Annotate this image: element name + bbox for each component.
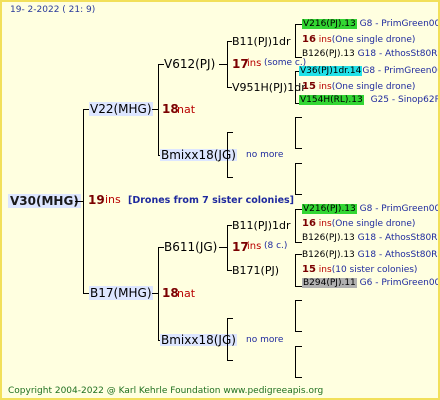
gen2-queen-4[interactable]: Bmixx18(JG) [160,334,237,346]
gen2-queen-2-more: no more [246,150,284,160]
gen4-row-5: 15 ins(One single drone) [302,81,416,92]
gen2-queen-3-note: (8 c.) [264,241,288,251]
root-queen[interactable]: V30(MHG) [8,194,81,208]
gen4-row-10[interactable]: B126(PJ).13 G18 - AthosSt80R [302,251,437,260]
gen4-queen-1[interactable]: V216(PJ).13 [302,19,357,29]
gen4-queen-12[interactable]: B294(PJ).11 [302,278,357,288]
gen4-queen-10[interactable]: B126(PJ).13 [302,250,355,260]
copyright-footer: Copyright 2004-2022 @ Karl Kehrle Founda… [8,386,324,396]
gen1-sire-nat: nat [177,103,196,116]
gen4-queen-6[interactable]: V154H(RL).13 [299,95,364,105]
root-note: [Drones from 7 sister colonies] [128,195,295,206]
gen4-row-6[interactable]: V154H(RL).13 G25 - Sinop62R [299,95,438,105]
gen1-dam-nat: nat [177,287,196,300]
gen2-queen-3-ins: ins [247,241,262,252]
gen2-bracket-b [158,247,159,340]
gen4-queen-4[interactable]: V36(PJ)1dr.14 [299,66,363,76]
gen3-bracket-a [227,41,228,87]
root-number: 19 [88,193,105,207]
gen4-row-9[interactable]: B126(PJ).13 G18 - AthosSt80R [302,234,437,243]
gen4-queen-7[interactable]: V216(PJ).13 [302,204,357,214]
gen3-queen-4[interactable]: B171(PJ) [232,265,279,276]
gen1-dam-queen[interactable]: B17(MHG) [89,286,153,300]
gen2-queen-1[interactable]: V612(PJ) [164,58,215,70]
gen3-queen-1[interactable]: B11(PJ)1dr [232,36,291,47]
gen2-queen-2[interactable]: Bmixx18(JG) [160,149,237,161]
gen4-row-7[interactable]: V216(PJ).13 G8 - PrimGreen00 [302,204,438,214]
print-date: 19- 2-2022 ( 21: 9) [10,5,96,15]
gen4-row-11: 15 ins(10 sister colonies) [302,264,418,275]
gen4-row-8: 16 ins(One single drone) [302,218,416,229]
gen1-sire-queen[interactable]: V22(MHG) [89,102,153,116]
gen2-queen-1-ins: ins [247,58,262,69]
gen4-row-1[interactable]: V216(PJ).13 G8 - PrimGreen00 [302,19,440,29]
gen2-queen-3[interactable]: B611(JG) [164,241,217,253]
gen4-queen-1-info: G8 - PrimGreen00 [359,19,440,29]
gen3-bracket-b [227,225,228,270]
gen4-row-2: 16 ins(One single drone) [302,34,416,45]
gen1-bracket [83,109,84,293]
gen4-queen-3[interactable]: B126(PJ).13 [302,49,355,59]
gen4-queen-9[interactable]: B126(PJ).13 [302,233,355,243]
gen4-row-3[interactable]: B126(PJ).13 G18 - AthosSt80R [302,50,437,59]
gen3-queen-3[interactable]: B11(PJ)1dr [232,220,291,231]
gen2-queen-4-more: no more [246,335,284,345]
gen4-row-12[interactable]: B294(PJ).11 G6 - PrimGreen00 [302,278,438,288]
pedigree-panel: 19- 2-2022 ( 21: 9) Copyright 2004-2022 … [0,0,440,400]
root-ins: ins [105,193,121,206]
gen4-row-4[interactable]: V36(PJ)1dr.14G8 - PrimGreen00 [299,66,438,76]
root-connector [75,201,83,202]
gen2-bracket-a [158,64,159,155]
